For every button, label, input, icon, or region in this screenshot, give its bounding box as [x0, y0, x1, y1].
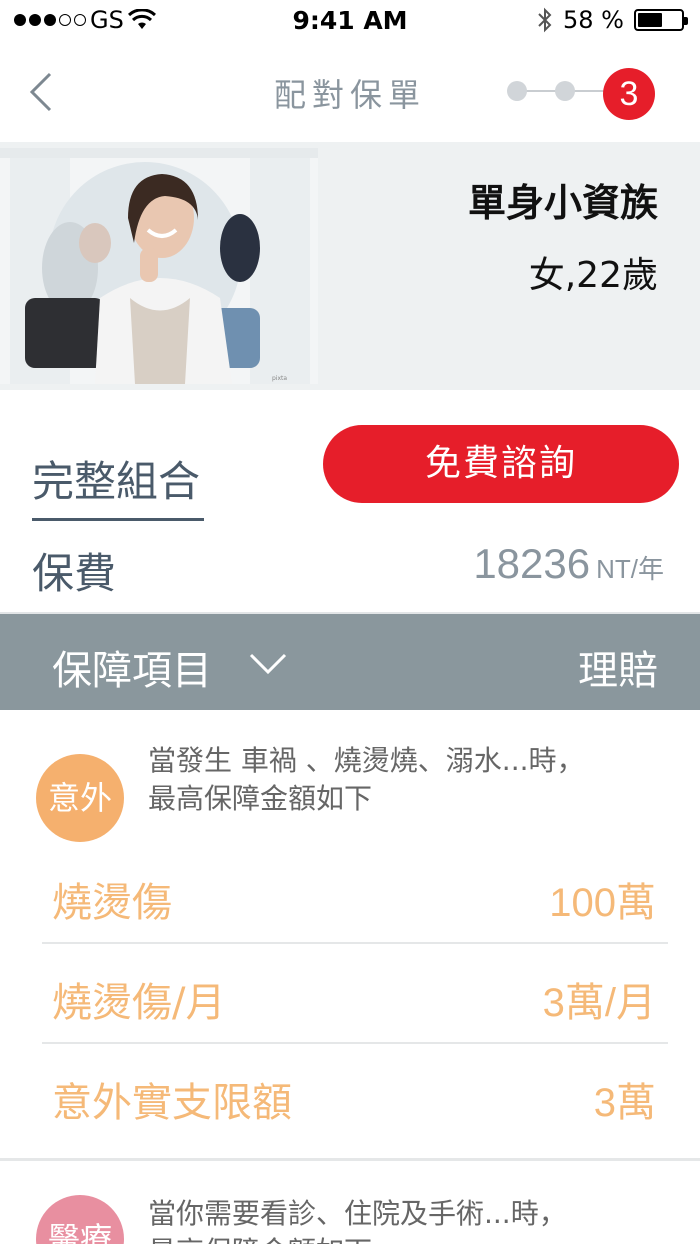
item-value: 100萬	[549, 881, 656, 925]
nav-bar: 配對保單 3	[0, 44, 700, 142]
list-item: 意外實支限額 3萬	[42, 1042, 668, 1142]
coverage-title: 保障項目	[52, 648, 212, 694]
chevron-down-icon[interactable]	[248, 652, 288, 676]
svg-text:pixta: pixta	[272, 375, 287, 382]
list-item: 燒燙傷/月 3萬/月	[42, 942, 668, 1044]
accident-description: 當發生 車禍 、燒燙燒、溺水...時， 最高保障金額如下	[148, 742, 585, 818]
premium-amount: 18236	[473, 540, 591, 587]
battery-percent: 58 %	[563, 6, 624, 34]
item-value: 3萬	[593, 1081, 656, 1125]
step-indicator: 3	[505, 68, 665, 120]
step-2-dot	[555, 81, 575, 101]
bluetooth-icon	[538, 7, 552, 33]
persona-name: 單身小資族	[467, 181, 658, 225]
coverage-header[interactable]: 保障項目 理賠	[0, 614, 700, 710]
status-bar: GS 9:41 AM 58 %	[0, 0, 700, 44]
medical-desc-line1: 當你需要看診、住院及手術...時，	[148, 1197, 567, 1230]
item-name: 意外實支限額	[52, 1080, 292, 1126]
accident-badge: 意外	[36, 754, 124, 842]
item-name: 燒燙傷	[52, 880, 172, 926]
premium-label: 保費	[32, 549, 117, 598]
medical-badge: 醫療	[36, 1195, 124, 1244]
list-item: 燒燙傷 100萬	[42, 842, 668, 944]
profile-card: pixta 單身小資族 女,22歲	[0, 142, 700, 390]
accident-desc-line1: 當發生 車禍 、燒燙燒、溺水...時，	[148, 744, 585, 777]
accident-section: 意外 當發生 車禍 、燒燙燒、溺水...時， 最高保障金額如下 燒燙傷 100萬…	[0, 710, 700, 1158]
premium-unit: NT/年	[596, 554, 664, 584]
status-right: 58 %	[537, 6, 688, 34]
battery-icon	[634, 9, 688, 31]
persona-meta: 女,22歲	[528, 255, 658, 296]
premium-value: 18236 NT/年	[473, 540, 664, 588]
medical-desc-line2: 最高保障金額如下	[148, 1233, 567, 1244]
item-name: 燒燙傷/月	[52, 980, 226, 1026]
step-current: 3	[603, 68, 655, 120]
tab-underline	[32, 518, 204, 521]
claim-label: 理賠	[578, 648, 658, 694]
tab-full-plan[interactable]: 完整組合	[32, 448, 200, 509]
item-value: 3萬/月	[542, 981, 656, 1025]
medical-description: 當你需要看診、住院及手術...時， 最高保障金額如下	[148, 1195, 567, 1244]
step-1-dot	[507, 81, 527, 101]
profile-photo: pixta	[0, 148, 318, 384]
medical-section: 醫療 當你需要看診、住院及手術...時， 最高保障金額如下	[0, 1161, 700, 1244]
free-consult-button[interactable]: 免費諮詢	[323, 425, 679, 503]
accident-desc-line2: 最高保障金額如下	[148, 782, 373, 815]
